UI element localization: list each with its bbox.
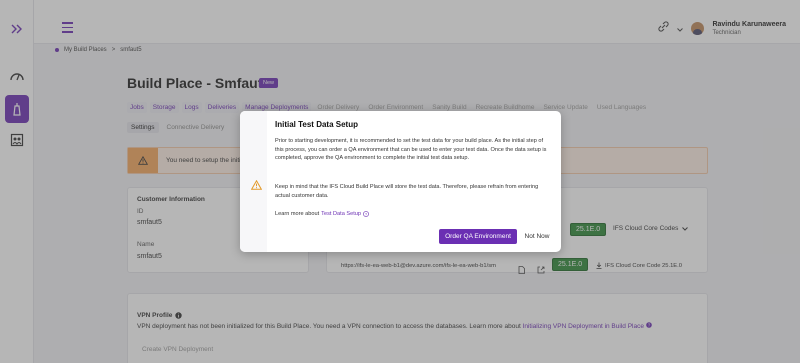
learn-more-prefix: Learn more about — [275, 211, 320, 217]
warning-icon — [250, 177, 263, 195]
test-data-setup-link[interactable]: Test Data Setup — [321, 210, 361, 219]
order-qa-environment-button[interactable]: Order QA Environment — [439, 229, 517, 244]
modal-paragraph-2: Keep in mind that the IFS Cloud Build Pl… — [275, 184, 539, 199]
not-now-button[interactable]: Not Now — [519, 229, 555, 244]
initial-test-data-modal: Initial Test Data Setup Prior to startin… — [240, 111, 561, 252]
modal-title: Initial Test Data Setup — [275, 120, 358, 129]
modal-paragraph-1: Prior to starting development, it is rec… — [275, 138, 547, 162]
modal-learn-more: Learn more about Test Data Setup ? — [275, 210, 552, 219]
help-icon[interactable]: ? — [363, 211, 369, 218]
